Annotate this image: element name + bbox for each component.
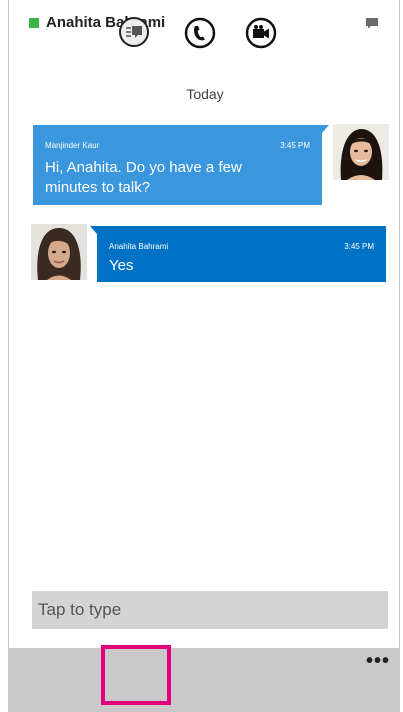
phone-icon[interactable] <box>184 17 216 49</box>
person-photo-icon <box>333 124 389 180</box>
video-icon[interactable] <box>245 17 277 49</box>
more-options-button[interactable]: ••• <box>366 650 390 673</box>
date-separator: Today <box>186 86 224 102</box>
presence-indicator <box>29 18 39 28</box>
message-text: Hi, Anahita. Do yo have a few minutes to… <box>45 159 242 196</box>
chat-bubble-icon[interactable] <box>365 17 379 29</box>
person-photo-icon <box>31 224 87 280</box>
message-bubble-incoming[interactable]: Manjinder Kaur 3:45 PM Hi, Anahita. Do y… <box>33 125 329 205</box>
message-time: 3:45 PM <box>280 141 310 150</box>
message-sender: Anahita Bahrami <box>109 242 169 251</box>
bubble-tail <box>90 226 97 234</box>
avatar-anahita-bahrami[interactable] <box>31 224 87 280</box>
avatar-manjinder-kaur[interactable] <box>333 124 389 180</box>
app-bar: ••• <box>8 648 400 712</box>
im-icon[interactable] <box>118 16 150 48</box>
message-time: 3:45 PM <box>344 242 374 251</box>
message-sender: Manjinder Kaur <box>45 141 100 150</box>
message-input[interactable] <box>32 591 388 629</box>
message-text: Yes <box>109 257 134 274</box>
message-bubble-outgoing[interactable]: Anahita Bahrami 3:45 PM Yes <box>90 226 386 282</box>
bubble-tail <box>322 125 329 133</box>
highlight-box <box>101 645 171 705</box>
